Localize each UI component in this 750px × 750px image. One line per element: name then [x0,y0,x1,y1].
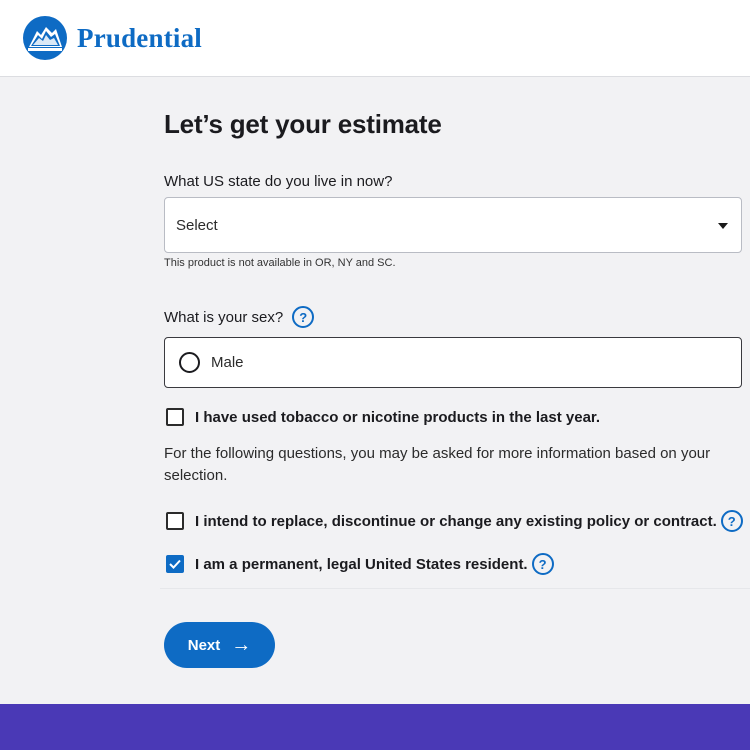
state-question-label: What US state do you live in now? [164,173,393,190]
resident-checkbox[interactable] [166,555,184,573]
sex-question: What is your sex? ? [164,306,315,328]
sex-option-male[interactable]: Male [164,337,742,388]
chevron-down-icon [718,223,728,229]
prudential-rock-icon [23,16,67,60]
sex-question-label: What is your sex? [164,308,284,326]
state-helper-text: This product is not available in OR, NY … [164,257,396,269]
question-circle-icon[interactable]: ? [720,510,743,532]
resident-label: I am a permanent, legal United States re… [195,555,528,573]
site-header: Prudential [0,0,750,77]
radio-button[interactable] [179,352,200,373]
replace-checkbox[interactable] [166,512,184,530]
tobacco-checkbox-row[interactable]: I have used tobacco or nicotine products… [166,408,600,426]
brand-name: Prudential [77,22,203,53]
state-select[interactable]: Select [164,197,742,253]
question-circle-icon[interactable]: ? [292,306,315,328]
tobacco-checkbox[interactable] [166,408,184,426]
arrow-right-icon: → [231,634,252,656]
state-select-value: Select [176,216,218,234]
checkmark-icon [169,559,181,569]
section-divider [160,588,750,589]
prudential-logo[interactable]: Prudential [22,15,202,61]
replace-checkbox-row[interactable]: I intend to replace, discontinue or chan… [166,510,743,532]
info-paragraph: For the following questions, you may be … [164,445,711,484]
next-button[interactable]: Next → [164,622,275,668]
next-button-label: Next [187,636,221,654]
page-title: Let’s get your estimate [164,109,442,139]
question-circle-icon[interactable]: ? [531,553,554,575]
sex-option-label: Male [211,354,244,371]
tobacco-label: I have used tobacco or nicotine products… [195,408,601,426]
page-footer [0,704,750,750]
replace-label: I intend to replace, discontinue or chan… [195,512,717,530]
resident-checkbox-row[interactable]: I am a permanent, legal United States re… [166,553,554,575]
